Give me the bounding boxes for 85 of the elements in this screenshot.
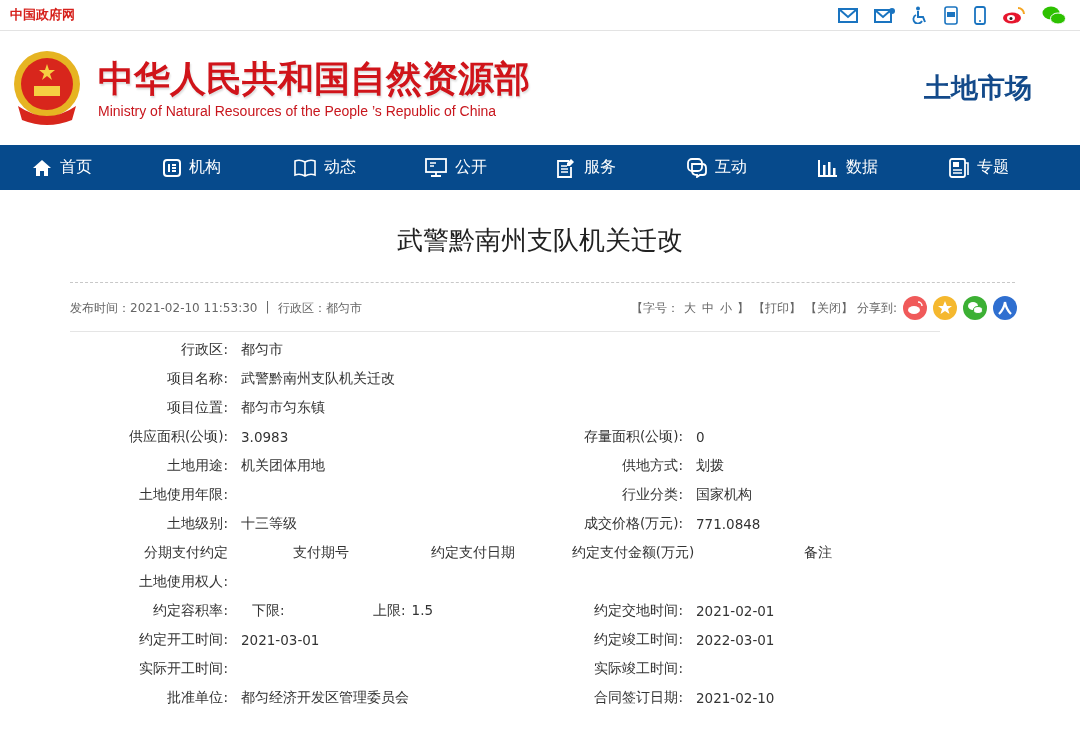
star-share-icon[interactable] [933, 296, 957, 320]
field-label: 约定交地时间: [594, 601, 683, 618]
field-label: 项目名称: [166, 369, 228, 388]
chat-icon [687, 157, 707, 178]
column-header: 分期支付约定 [143, 543, 228, 562]
close-link[interactable]: 【关闭】 [804, 299, 853, 317]
column-header: 约定支付金额(万元) [570, 543, 696, 562]
field-value: 都匀经济开发区管理委员会 [241, 688, 409, 705]
nav-item[interactable]: 首页 [32, 157, 163, 178]
separator: | [265, 299, 270, 316]
field-value: 都匀市匀东镇 [241, 398, 325, 415]
field-value: 国家机构 [696, 485, 752, 502]
nav-item[interactable]: 服务 [556, 157, 687, 178]
field-label: 合同签订日期: [594, 688, 683, 705]
field-label: 存量面积(公顷): [583, 427, 683, 444]
nav-item[interactable]: 动态 [294, 157, 425, 178]
ministry-subtitle: Ministry of Natural Resources of the People ’s Republic of China [98, 103, 498, 119]
site-link[interactable]: 中国政府网 [10, 6, 75, 24]
column-header: 约定支付日期 [430, 543, 516, 562]
field-value: 划拨 [696, 456, 724, 473]
share-label: 分享到: [856, 299, 897, 317]
field-label: 约定容积率: [152, 601, 228, 620]
mobile-phone-icon[interactable] [974, 5, 986, 25]
weibo-share-icon[interactable] [903, 296, 927, 320]
field-value: 十三等级 [241, 514, 297, 531]
font-size-link[interactable]: 小 [719, 299, 732, 317]
section-title: 土地市场 [924, 71, 1032, 105]
lower-limit-label: 下限: [251, 601, 286, 620]
field-label: 实际竣工时间: [594, 659, 683, 676]
column-header: 备注 [803, 543, 833, 562]
field-value: 武警黔南州支队机关迁改 [241, 369, 395, 386]
field-value: 0 [696, 428, 705, 445]
font-size-link[interactable]: 大 [683, 299, 696, 317]
wheelchair-icon[interactable] [912, 6, 928, 24]
nav-item[interactable]: 专题 [949, 157, 1080, 178]
publish-time: 发布时间：2021-02-10 11:53:30 [70, 299, 258, 317]
field-label: 行业分类: [622, 485, 683, 502]
field-value: 2021-02-01 [696, 602, 775, 619]
field-label: 批准单位: [166, 688, 228, 707]
field-value: 2021-02-10 [696, 689, 775, 706]
print-link[interactable]: 【打印】 [752, 299, 801, 317]
book-icon [294, 158, 316, 177]
upper-limit-value: 1.5 [411, 601, 434, 620]
monitor-icon [425, 157, 447, 178]
column-header: 支付期号 [291, 543, 350, 562]
weibo-icon[interactable] [1002, 6, 1026, 24]
emblem-icon [12, 50, 82, 126]
bracket-text: 】 [736, 299, 749, 317]
field-label: 行政区: [180, 340, 228, 359]
bar-chart-icon [818, 158, 838, 177]
upper-limit-label: 上限: [373, 601, 406, 620]
home-icon [32, 158, 52, 177]
document-icon [949, 157, 969, 178]
field-label: 实际开工时间: [138, 659, 228, 678]
field-label: 供地方式: [622, 456, 683, 473]
field-label: 项目位置: [166, 398, 228, 417]
nav-item[interactable]: 机构 [163, 157, 294, 178]
mail-icon[interactable] [838, 7, 858, 23]
edit-document-icon [556, 157, 576, 178]
nav-item[interactable]: 互动 [687, 157, 818, 178]
field-value: 都匀市 [241, 340, 283, 357]
nav-item[interactable]: 数据 [818, 157, 949, 178]
field-label: 土地级别: [166, 514, 228, 533]
field-value: 2022-03-01 [696, 631, 775, 648]
wechat-share-icon[interactable] [963, 296, 987, 320]
field-value: 771.0848 [696, 515, 761, 532]
article-title: 武警黔南州支队机关迁改 [397, 224, 683, 257]
field-label: 土地使用年限: [138, 485, 228, 504]
font-size-link[interactable]: 中 [701, 299, 714, 317]
field-label: 供应面积(公顷): [127, 427, 228, 446]
region-text: 行政区：都匀市 [277, 299, 362, 317]
field-value: 机关团体用地 [241, 456, 325, 473]
field-value: 2021-03-01 [241, 631, 320, 648]
app-phone-icon[interactable] [944, 5, 958, 25]
field-value: 3.0983 [241, 428, 289, 445]
nav-item[interactable]: 公开 [425, 157, 556, 178]
field-label: 约定开工时间: [138, 630, 228, 649]
person-share-icon[interactable] [993, 296, 1017, 320]
field-label: 土地使用权人: [138, 572, 228, 591]
field-label: 约定竣工时间: [594, 630, 683, 647]
font-size-label: 【字号： [630, 299, 679, 317]
field-label: 成交价格(万元): [583, 514, 683, 531]
ministry-title: 中华人民共和国自然资源部 [98, 57, 530, 101]
list-panel-icon [163, 158, 181, 177]
field-label: 土地用途: [166, 456, 228, 475]
